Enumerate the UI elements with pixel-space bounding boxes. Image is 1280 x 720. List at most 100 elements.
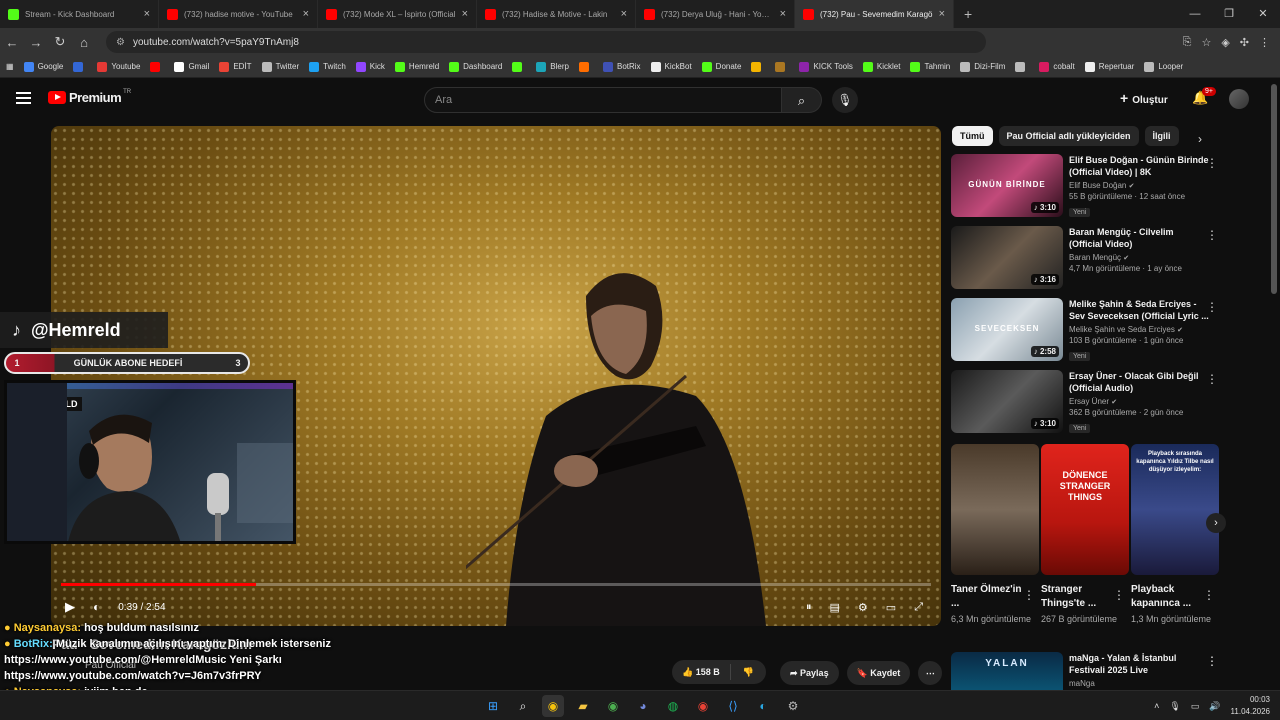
- bookmark-item[interactable]: BotRix: [602, 61, 641, 72]
- more-options-icon[interactable]: ⋮: [1206, 300, 1218, 314]
- tray-chevron-icon[interactable]: ˄: [1154, 701, 1159, 711]
- bookmark-item[interactable]: [751, 61, 765, 72]
- file-explorer-icon[interactable]: ▰: [572, 695, 594, 717]
- back-icon[interactable]: ←: [0, 35, 24, 50]
- microphone-icon[interactable]: 🎙: [1169, 701, 1180, 712]
- bookmark-item[interactable]: Kick: [355, 61, 385, 72]
- settings-icon[interactable]: ⚙: [782, 695, 804, 717]
- bookmark-item[interactable]: Google: [23, 61, 63, 72]
- filter-chip[interactable]: Pau Official adlı yükleyiciden: [998, 126, 1139, 146]
- related-video[interactable]: SEVECEKSEN ♪ 2:58 Melike Şahin & Seda Erci…: [951, 298, 1226, 361]
- channel-name[interactable]: Baran Mengüç ✔: [1069, 253, 1209, 262]
- tab-close-icon[interactable]: ×: [621, 8, 627, 20]
- puzzle-icon[interactable]: ✣: [1240, 36, 1249, 49]
- create-button[interactable]: + Oluştur: [1120, 90, 1168, 106]
- bookmark-item[interactable]: Youtube: [97, 61, 140, 72]
- short-thumbnail[interactable]: Playback sırasında kapanınca Yıldız Tilb…: [1131, 444, 1219, 575]
- filter-chip[interactable]: Tümü: [952, 126, 993, 146]
- chrome-profile-icon[interactable]: ◉: [602, 695, 624, 717]
- close-window-icon[interactable]: ✕: [1246, 0, 1280, 28]
- extension-icon[interactable]: ◈: [1221, 36, 1229, 49]
- related-video[interactable]: GÜNÜN BİRİNDE ♪ 3:10 Elif Buse Doğan - Gün…: [951, 154, 1226, 217]
- video-thumbnail[interactable]: GÜNÜN BİRİNDE ♪ 3:10: [951, 154, 1063, 217]
- chrome-alt-icon[interactable]: ◉: [692, 695, 714, 717]
- tab-close-icon[interactable]: ×: [303, 8, 309, 20]
- browser-tab[interactable]: (732) Hadise & Motive - Lakin ×: [477, 0, 636, 28]
- more-options-icon[interactable]: ⋮: [1206, 156, 1218, 170]
- bookmark-item[interactable]: [512, 61, 526, 72]
- youtube-premium-logo[interactable]: Premium TR: [48, 89, 131, 105]
- network-icon[interactable]: ▭: [1191, 701, 1200, 712]
- clock[interactable]: 00:03 11.04.2026: [1231, 694, 1270, 718]
- install-icon[interactable]: ⎘: [1183, 36, 1192, 49]
- browser-tab[interactable]: (732) Derya Uluğ - Hani - YouTu ×: [636, 0, 795, 28]
- video-thumbnail[interactable]: SEVECEKSEN ♪ 2:58: [951, 298, 1063, 361]
- video-thumbnail[interactable]: YALAN: [951, 652, 1063, 690]
- tab-close-icon[interactable]: ×: [144, 8, 150, 20]
- bookmark-item[interactable]: KickBot: [650, 61, 692, 72]
- bookmark-item[interactable]: Hemreld: [394, 61, 439, 72]
- short-thumbnail[interactable]: DÖNENCE STRANGER THINGS: [1041, 444, 1129, 575]
- volume-icon[interactable]: ◐: [93, 600, 100, 614]
- chrome-icon[interactable]: ◉: [542, 695, 564, 717]
- video-player[interactable]: ▶ ◐ 0:39 / 2:54 ⏸ ▤ ⚙ ▭ ⤢: [51, 126, 941, 626]
- account-avatar[interactable]: [1229, 89, 1249, 109]
- dislike-button[interactable]: 👎: [731, 667, 766, 678]
- start-icon[interactable]: ⊞: [482, 695, 504, 717]
- spotify-icon[interactable]: ◍: [662, 695, 684, 717]
- short-title[interactable]: Taner Ölmez'in ...: [951, 583, 1027, 611]
- search-input[interactable]: Ara: [424, 87, 782, 113]
- bookmark-item[interactable]: [73, 61, 87, 72]
- short-item[interactable]: Taner Ölmez'in ... 6,3 Mn görüntüleme ⋮: [951, 444, 1039, 625]
- short-item[interactable]: DÖNENCE STRANGER THINGS Stranger Things't…: [1041, 444, 1129, 625]
- settings-gear-icon[interactable]: ⚙: [858, 601, 868, 614]
- more-options-icon[interactable]: ⋮: [1206, 228, 1218, 242]
- chips-next-icon[interactable]: ›: [1198, 132, 1202, 146]
- tab-close-icon[interactable]: ×: [462, 8, 468, 20]
- minimize-icon[interactable]: —: [1178, 0, 1212, 28]
- discord-icon[interactable]: ◕: [632, 695, 654, 717]
- fullscreen-icon[interactable]: ⤢: [914, 601, 923, 614]
- browser-tab[interactable]: (732) Mode XL – İspirto (Official ×: [318, 0, 477, 28]
- bookmark-item[interactable]: Gmail: [174, 61, 209, 72]
- bookmark-item[interactable]: KICK Tools: [799, 61, 853, 72]
- tab-close-icon[interactable]: ×: [780, 8, 786, 20]
- more-options-icon[interactable]: ⋮: [1023, 588, 1035, 602]
- notifications-bell-icon[interactable]: 🔔 9+: [1192, 87, 1216, 106]
- bookmark-item[interactable]: [150, 61, 164, 72]
- bookmark-item[interactable]: Blerp: [536, 61, 569, 72]
- url-bar[interactable]: ⚙ youtube.com/watch?v=5paY9TnAmj8: [106, 31, 986, 53]
- channel-name[interactable]: Melike Şahin ve Seda Erciyes ✔: [1069, 325, 1209, 334]
- video-progress-bar[interactable]: [61, 583, 931, 586]
- bookmark-item[interactable]: Looper: [1144, 61, 1183, 72]
- browser-tab[interactable]: Stream - Kick Dashboard ×: [0, 0, 159, 28]
- subtitles-icon[interactable]: ▤: [830, 601, 840, 614]
- video-thumbnail[interactable]: ♪ 3:16: [951, 226, 1063, 289]
- more-options-icon[interactable]: ⋮: [1203, 588, 1215, 602]
- bookmark-item[interactable]: EDİT: [219, 61, 252, 72]
- bookmark-item[interactable]: Dashboard: [449, 61, 502, 72]
- forward-icon[interactable]: →: [24, 35, 48, 50]
- edge-icon[interactable]: ◐: [752, 695, 774, 717]
- reload-icon[interactable]: ↻: [48, 34, 72, 50]
- related-video[interactable]: ♪ 3:10 Ersay Üner - Olacak Gibi Değil (Of…: [951, 370, 1226, 433]
- menu-icon[interactable]: ⋮: [1259, 36, 1270, 49]
- share-button[interactable]: ➦ Paylaş: [780, 661, 839, 685]
- bookmark-item[interactable]: Twitch: [309, 61, 346, 72]
- like-button[interactable]: 👍 158 B: [672, 664, 731, 680]
- voice-search-icon[interactable]: 🎙: [832, 87, 858, 113]
- site-info-icon[interactable]: ⚙: [116, 37, 125, 48]
- play-icon[interactable]: ▶: [65, 599, 75, 615]
- bookmark-item[interactable]: cobalt: [1039, 61, 1075, 72]
- hamburger-menu-icon[interactable]: [16, 92, 31, 104]
- channel-name[interactable]: Ersay Üner ✔: [1069, 397, 1209, 406]
- short-item[interactable]: Playback sırasında kapanınca Yıldız Tilb…: [1131, 444, 1219, 625]
- save-button[interactable]: 🔖 Kaydet: [846, 661, 911, 685]
- theater-mode-icon[interactable]: ▭: [886, 601, 896, 614]
- vscode-icon[interactable]: ⟨⟩: [722, 695, 744, 717]
- video-title[interactable]: maNga - Yalan & İstanbul Festivali 2025 …: [1069, 652, 1209, 676]
- filter-chip[interactable]: İlgili: [1144, 126, 1179, 146]
- apps-icon[interactable]: ▦: [6, 62, 14, 71]
- video-title[interactable]: Baran Mengüç - Cilvelim (Official Video): [1069, 226, 1209, 250]
- pause-icon[interactable]: ⏸: [806, 601, 812, 614]
